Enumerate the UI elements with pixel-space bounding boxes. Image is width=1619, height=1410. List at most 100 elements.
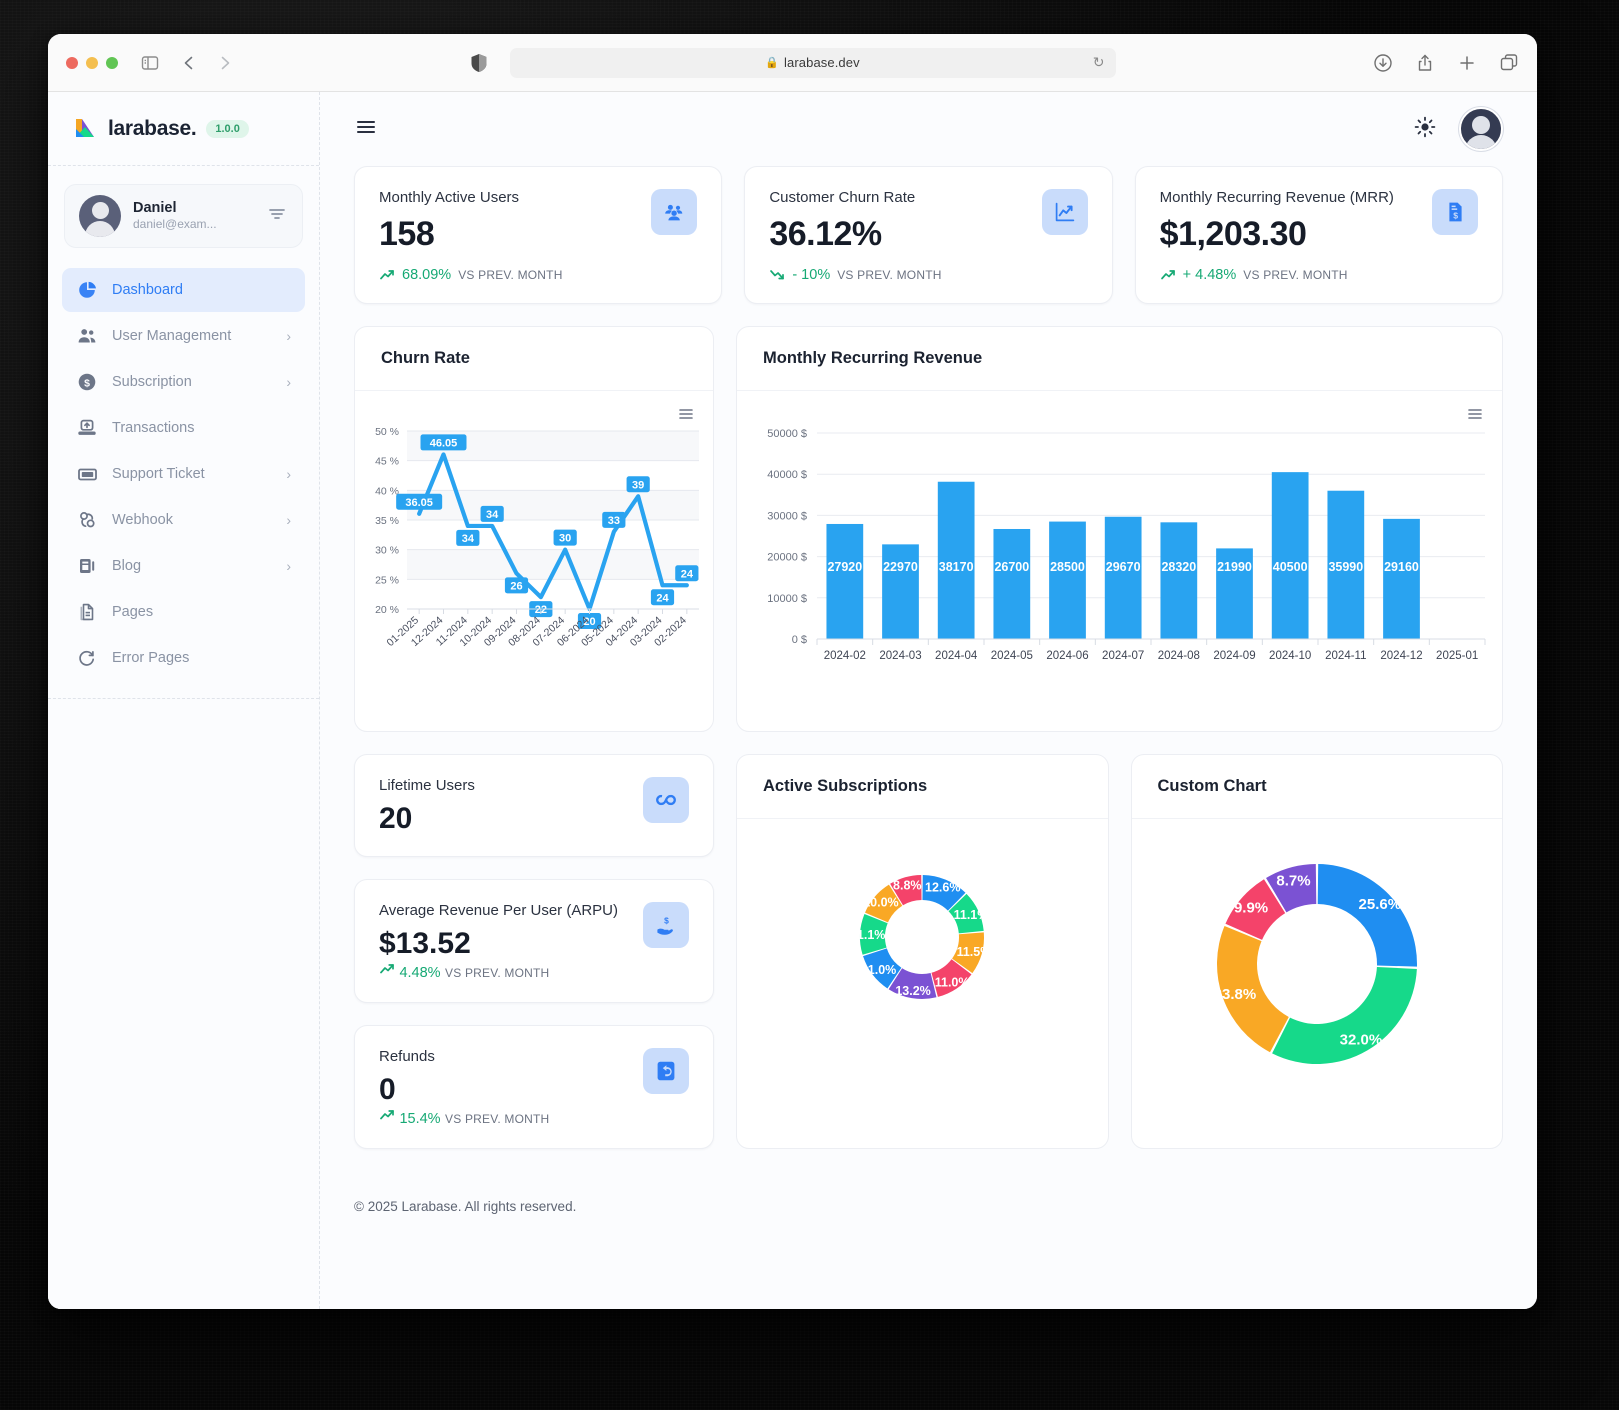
stat-title: Lifetime Users — [379, 777, 475, 795]
sidebar-item-label: Support Ticket — [112, 466, 205, 482]
hamburger-menu-icon[interactable] — [354, 115, 378, 144]
chart-menu-icon[interactable] — [1466, 405, 1484, 428]
custom-donut-svg: 25.6% 32.0% 23.8% 9.9% 8.7% — [1213, 864, 1417, 1065]
sidebar-item-dashboard[interactable]: Dashboard — [62, 268, 305, 312]
brand-row[interactable]: larabase. 1.0.0 — [48, 92, 319, 166]
browser-window: 🔒 larabase.dev ↻ larabase. 1.0.0 Daniel … — [48, 34, 1537, 1309]
invoice-dollar-icon: $ — [1431, 189, 1478, 235]
close-window-button[interactable] — [66, 56, 78, 69]
svg-text:11.5%: 11.5% — [957, 946, 992, 960]
stat-delta-label: VS PREV. MONTH — [837, 268, 942, 283]
svg-text:13.2%: 13.2% — [896, 984, 931, 998]
sidebar-toggle-icon[interactable] — [140, 53, 160, 73]
svg-text:50 %: 50 % — [375, 426, 399, 438]
svg-text:2024-02: 2024-02 — [824, 650, 866, 662]
brand-name: larabase. — [108, 116, 197, 140]
refresh-icon — [76, 648, 98, 668]
filter-icon[interactable] — [266, 203, 288, 230]
trend-up-icon — [380, 1110, 394, 1120]
svg-text:35990: 35990 — [1328, 560, 1363, 574]
svg-text:45 %: 45 % — [375, 456, 399, 468]
stat-delta-value: 68.09% — [402, 267, 452, 284]
svg-text:30: 30 — [559, 533, 571, 545]
user-card[interactable]: Daniel daniel@exam... — [64, 184, 303, 248]
sun-icon[interactable] — [1413, 115, 1437, 144]
line-chart-icon — [1041, 189, 1088, 235]
stat-card-arpu: Average Revenue Per User (ARPU) $13.52 4… — [354, 879, 714, 1004]
churn-rate-header: Churn Rate — [355, 327, 713, 392]
lock-icon: 🔒 — [765, 57, 780, 69]
trend-up-icon — [380, 270, 394, 280]
sidebar-item-blog[interactable]: Blog › — [62, 544, 305, 588]
svg-text:29160: 29160 — [1384, 560, 1419, 574]
maximize-window-button[interactable] — [106, 56, 118, 69]
svg-text:2024-05: 2024-05 — [991, 650, 1033, 662]
active-subscriptions-chart: 12.6% 11.1% 11.5% 11.0% 13.2% 11.0% 11.1% 10.0%… — [737, 819, 1108, 1041]
svg-text:38170: 38170 — [939, 560, 974, 574]
share-icon[interactable] — [1415, 53, 1435, 73]
svg-text:2024-10: 2024-10 — [1269, 650, 1311, 662]
svg-text:21990: 21990 — [1217, 560, 1252, 574]
footer: © 2025 Larabase. All rights reserved. — [354, 1199, 577, 1215]
svg-text:28320: 28320 — [1161, 560, 1196, 574]
plus-icon[interactable] — [1457, 53, 1477, 73]
sidebar-item-webhook[interactable]: Webhook › — [62, 498, 305, 542]
sidebar-item-support-ticket[interactable]: Support Ticket › — [62, 452, 305, 496]
stat-value: 158 — [379, 215, 435, 253]
forward-arrow-icon[interactable] — [216, 54, 234, 72]
sidebar-item-user-management[interactable]: User Management › — [62, 314, 305, 358]
svg-text:11.0%: 11.0% — [935, 976, 970, 990]
users-group-icon — [651, 189, 698, 235]
svg-text:2024-09: 2024-09 — [1213, 650, 1255, 662]
stat-delta: 68.09% VS PREV. MONTH — [379, 267, 651, 283]
main-area: Monthly Active Users 158 68.09% VS PREV.… — [320, 92, 1537, 1309]
stats-row: Monthly Active Users 158 68.09% VS PREV.… — [354, 166, 1503, 305]
mrr-card: Monthly Recurring Revenue 50000 $ 40000 $… — [736, 326, 1503, 733]
svg-text:11.1%: 11.1% — [954, 908, 989, 922]
svg-text:8.8%: 8.8% — [893, 879, 922, 893]
refund-icon — [643, 1048, 689, 1095]
stat-value: 0 — [379, 1073, 396, 1107]
shield-icon[interactable] — [470, 53, 488, 73]
svg-text:10.0%: 10.0% — [863, 896, 898, 910]
svg-text:30000 $: 30000 $ — [767, 511, 807, 523]
svg-text:25 %: 25 % — [375, 575, 399, 587]
chart-menu-icon[interactable] — [677, 405, 695, 428]
user-avatar[interactable] — [1459, 107, 1503, 151]
stat-title: Monthly Active Users — [379, 189, 520, 206]
address-bar[interactable]: 🔒 larabase.dev ↻ — [509, 47, 1116, 78]
svg-text:28500: 28500 — [1050, 560, 1085, 574]
tab-overview-icon[interactable] — [1499, 53, 1519, 73]
stat-card-customer-churn-rate: Customer Churn Rate 36.12% - 10% VS PREV… — [744, 166, 1113, 305]
svg-text:11.0%: 11.0% — [862, 963, 897, 977]
back-arrow-icon[interactable] — [180, 54, 198, 72]
small-cards-column: Lifetime Users 20 Average Revenue Per Us… — [354, 754, 714, 1150]
download-icon[interactable] — [1373, 53, 1393, 73]
trend-up-icon — [380, 964, 394, 974]
sidebar-item-pages[interactable]: Pages — [62, 590, 305, 634]
svg-text:0 $: 0 $ — [792, 634, 807, 646]
stat-card-lifetime-users: Lifetime Users 20 — [354, 754, 714, 858]
svg-text:32.0%: 32.0% — [1339, 1032, 1382, 1049]
stat-card-monthly-active-users: Monthly Active Users 158 68.09% VS PREV.… — [354, 166, 723, 305]
hand-dollar-icon: $ — [643, 902, 689, 949]
custom-chart-chart: 25.6% 32.0% 23.8% 9.9% 8.7% — [1132, 819, 1503, 1109]
sidebar-item-label: Pages — [112, 604, 154, 620]
window-controls[interactable] — [66, 56, 118, 69]
sidebar-item-error-pages[interactable]: Error Pages — [62, 636, 305, 680]
minimize-window-button[interactable] — [86, 56, 98, 69]
sidebar-item-subscription[interactable]: $ Subscription › — [62, 360, 305, 404]
trend-down-icon — [770, 270, 785, 280]
svg-text:39: 39 — [632, 480, 644, 492]
svg-text:20000 $: 20000 $ — [767, 552, 807, 564]
svg-text:40500: 40500 — [1273, 560, 1308, 574]
mrr-header: Monthly Recurring Revenue — [737, 327, 1502, 392]
sidebar-item-transactions[interactable]: Transactions — [62, 406, 305, 450]
svg-text:50000 $: 50000 $ — [767, 428, 807, 440]
stat-card-refunds: Refunds 0 15.4% VS PREV. MONTH — [354, 1025, 714, 1150]
chevron-right-icon: › — [286, 374, 291, 390]
reload-icon[interactable]: ↻ — [1093, 54, 1105, 71]
ticket-icon — [76, 464, 98, 485]
stat-value: $13.52 — [379, 927, 471, 961]
url-text: larabase.dev — [784, 55, 860, 70]
